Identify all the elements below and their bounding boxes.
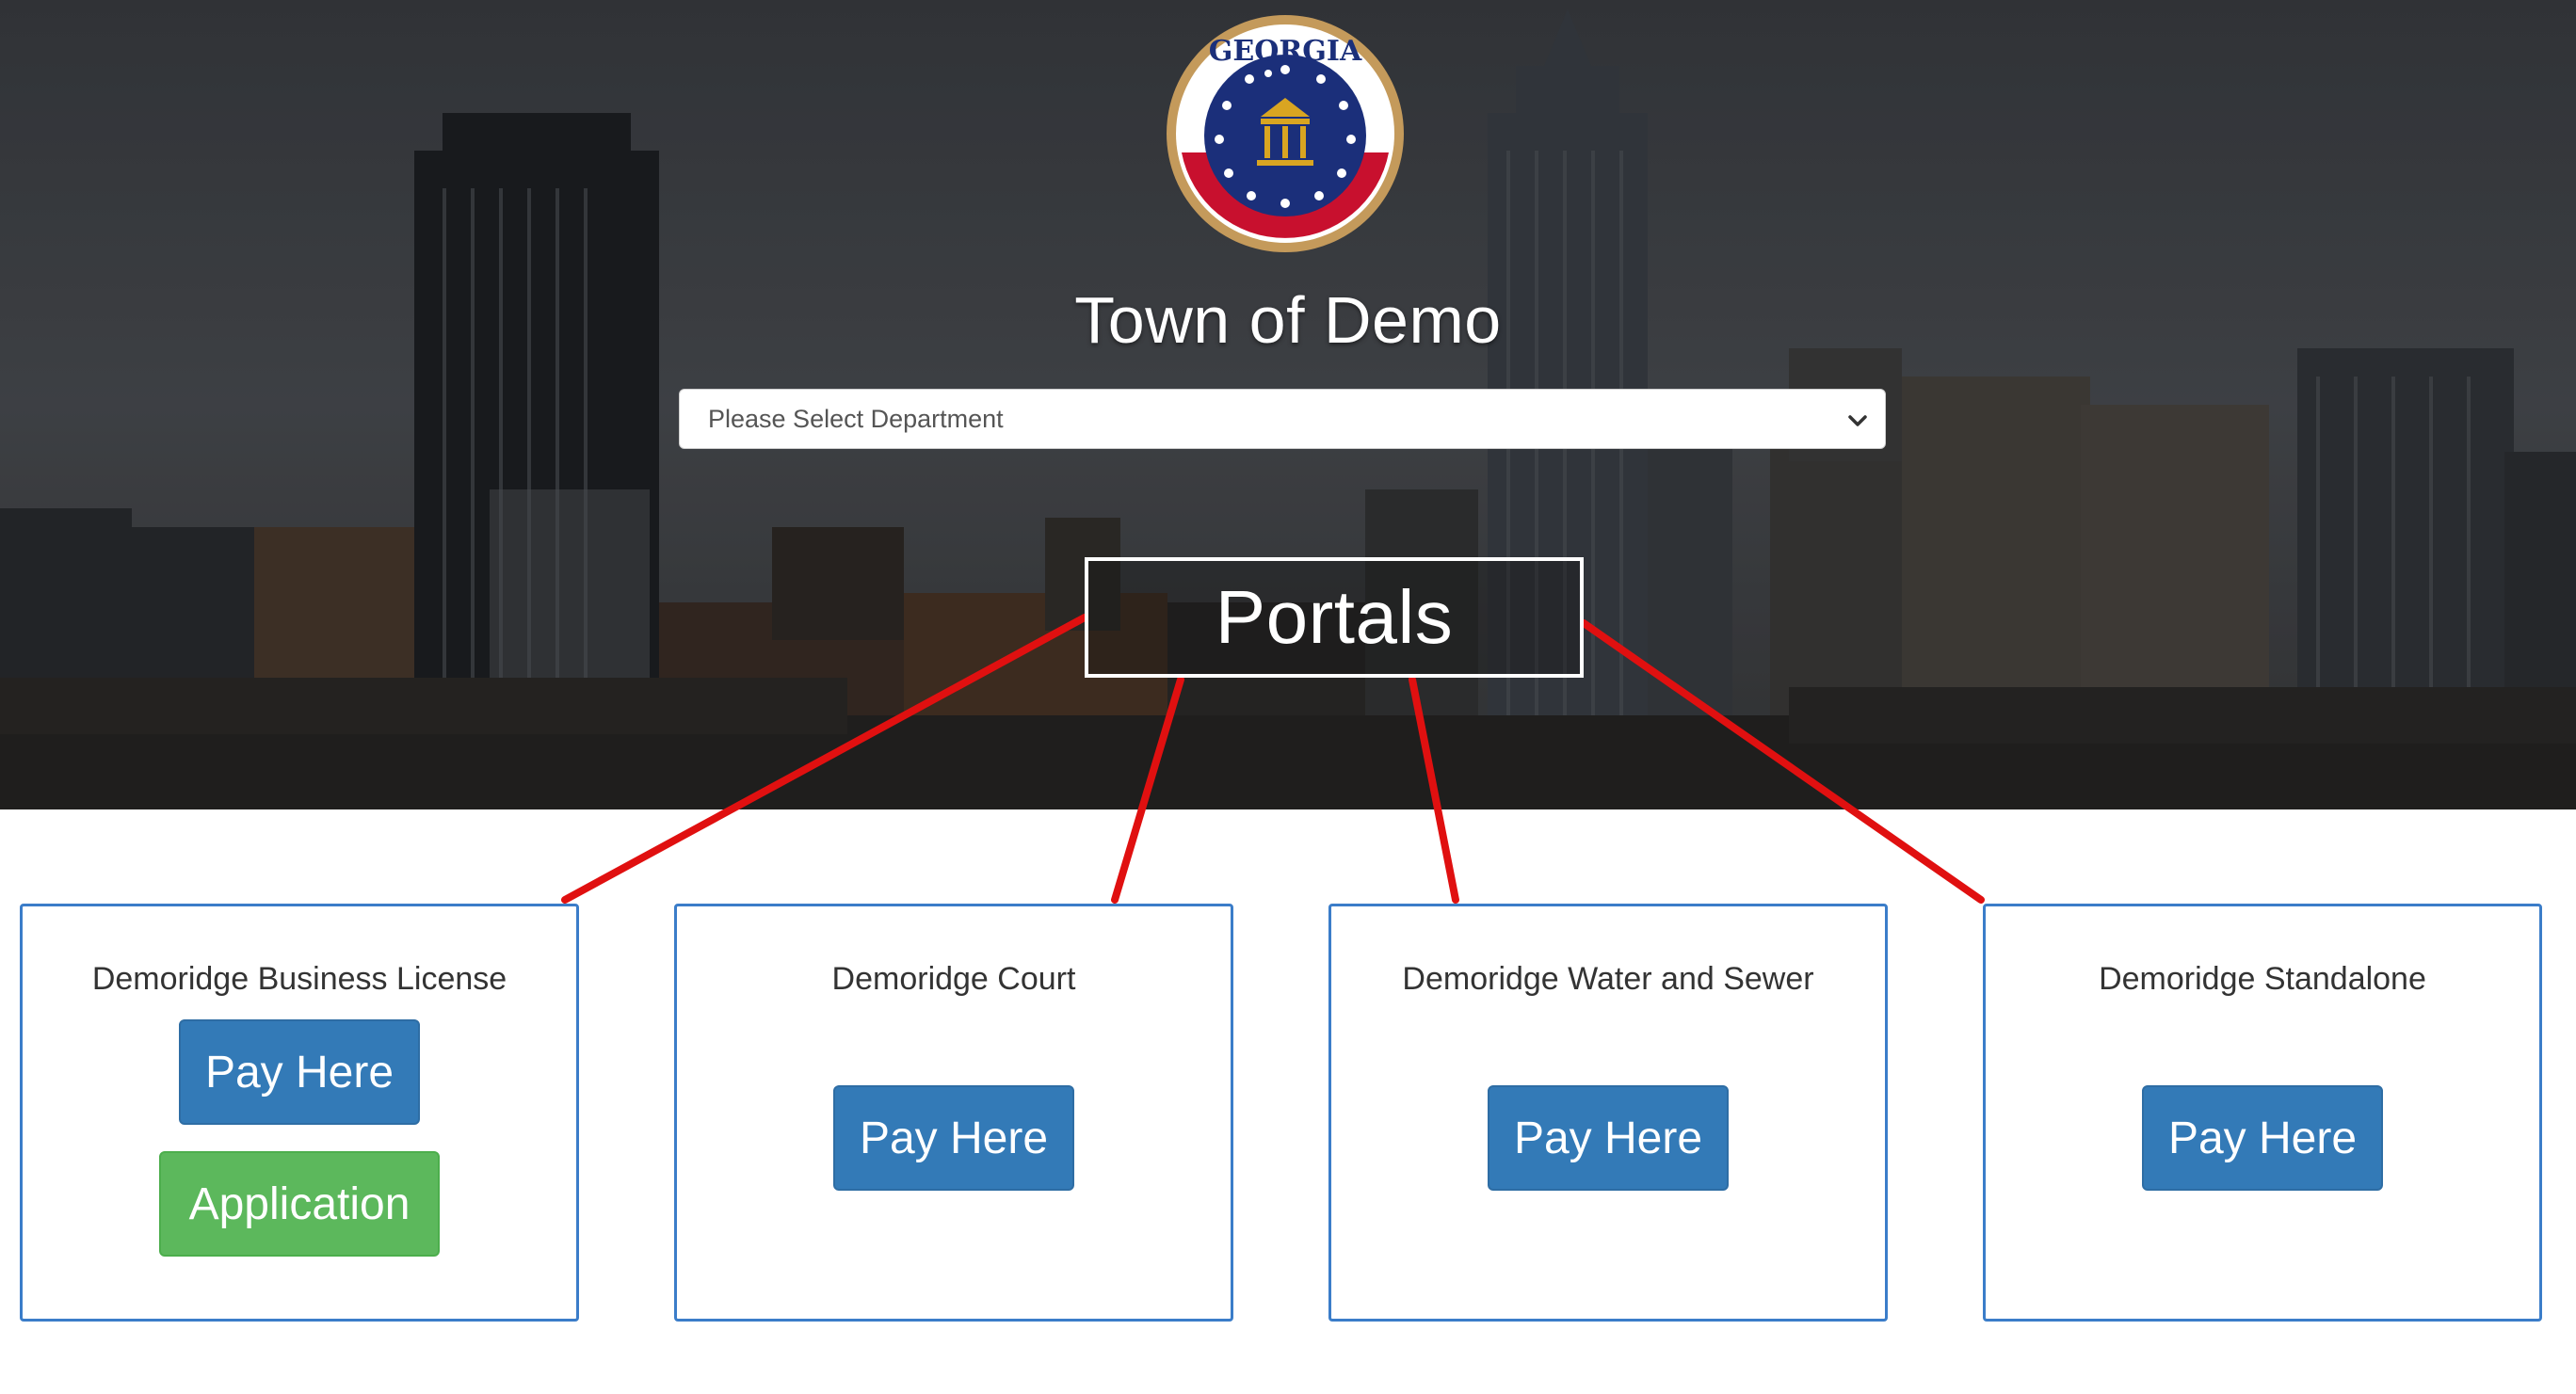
application-button[interactable]: Application [159, 1151, 440, 1257]
portal-card-title: Demoridge Business License [91, 961, 507, 997]
seal-text: GEORGIA [1209, 35, 1362, 68]
portal-card-standalone: Demoridge Standalone Pay Here [1983, 904, 2542, 1322]
portal-card-court: Demoridge Court Pay Here [674, 904, 1233, 1322]
portal-card-title: Demoridge Standalone [2099, 961, 2426, 997]
portal-card-business-license: Demoridge Business License Pay Here Appl… [20, 904, 579, 1322]
portals-annotation-label: Portals [1085, 557, 1584, 678]
georgia-seal-logo: GEORGIA [1167, 15, 1404, 252]
pay-here-button[interactable]: Pay Here [2142, 1085, 2383, 1191]
pay-here-button[interactable]: Pay Here [1488, 1085, 1729, 1191]
chevron-down-icon [1848, 415, 1867, 426]
hero-banner: GEORGIA Town of Demo Please Select Depar… [0, 0, 2576, 809]
department-select-value: Please Select Department [708, 404, 1004, 433]
portal-card-title: Demoridge Court [831, 961, 1076, 997]
portal-card-title: Demoridge Water and Sewer [1402, 961, 1814, 997]
department-select[interactable]: Please Select Department [679, 389, 1886, 449]
town-title: Town of Demo [1074, 283, 1502, 357]
pay-here-button[interactable]: Pay Here [833, 1085, 1074, 1191]
portal-card-water-sewer: Demoridge Water and Sewer Pay Here [1328, 904, 1888, 1322]
pay-here-button[interactable]: Pay Here [179, 1019, 420, 1125]
